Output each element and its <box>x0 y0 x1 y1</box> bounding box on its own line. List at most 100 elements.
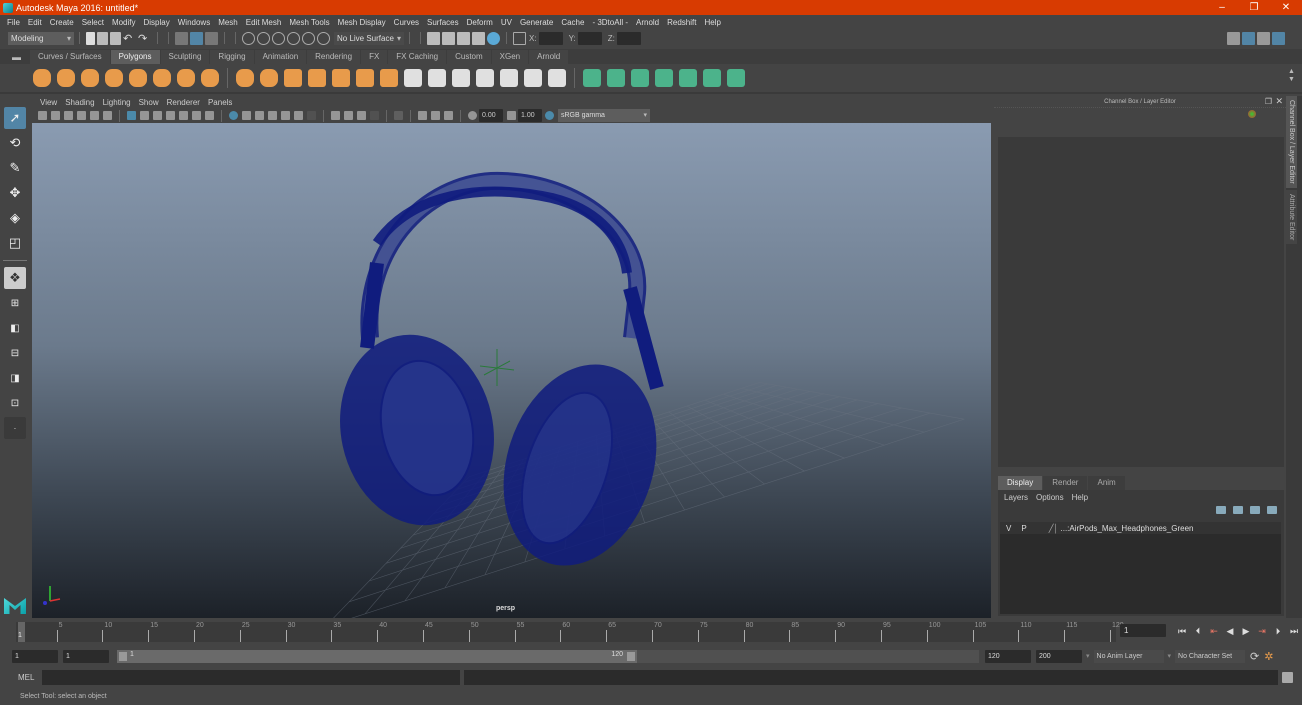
snap-live-surface-icon[interactable] <box>302 31 315 45</box>
viewport-persp[interactable]: persp <box>32 123 991 618</box>
gate-mask-icon[interactable] <box>166 111 175 120</box>
range-slider[interactable]: 1 120 <box>117 649 637 663</box>
time-ruler[interactable]: 5 10 15 20 25 30 35 40 45 50 55 60 65 70 75 80 85 90 95 100… <box>16 622 1124 642</box>
float-panel-icon[interactable]: ❐ <box>1265 97 1272 106</box>
gamma-input[interactable]: 1.00 <box>518 109 542 122</box>
shelf-tab-custom[interactable]: Custom <box>447 50 491 64</box>
cube-icon[interactable] <box>57 69 75 87</box>
render-settings-icon[interactable] <box>472 31 485 45</box>
x-input[interactable] <box>538 31 563 45</box>
smooth-icon[interactable] <box>308 69 326 87</box>
extrude-icon[interactable] <box>332 69 350 87</box>
menu-mesh[interactable]: Mesh <box>218 18 238 27</box>
ipr-render-icon[interactable] <box>457 31 470 45</box>
fill-hole-icon[interactable] <box>524 69 542 87</box>
paint-select-tool-icon[interactable]: ✎ <box>4 157 26 179</box>
safe-action-icon[interactable] <box>192 111 201 120</box>
select-by-hierarchy-icon[interactable] <box>175 31 188 45</box>
menu-surfaces[interactable]: Surfaces <box>427 18 459 27</box>
current-frame-input[interactable]: 1 <box>1120 624 1166 637</box>
layer-menu-options[interactable]: Options <box>1036 493 1064 502</box>
plane-icon[interactable] <box>129 69 147 87</box>
persp-graph-layout-icon[interactable]: ⊟ <box>4 342 26 364</box>
screen-space-ao-icon[interactable] <box>307 111 316 120</box>
render-current-frame-icon[interactable] <box>442 31 455 45</box>
step-back-key-button[interactable]: ⇤ <box>1207 625 1221 637</box>
y-input[interactable] <box>577 31 602 45</box>
select-camera-icon[interactable] <box>38 111 47 120</box>
bevel-icon[interactable] <box>356 69 374 87</box>
menu-redshift[interactable]: Redshift <box>667 18 696 27</box>
insert-edge-loop-icon[interactable] <box>404 69 422 87</box>
use-all-lights-icon[interactable] <box>281 111 290 120</box>
spherical-uv-icon[interactable] <box>607 69 625 87</box>
menu-select[interactable]: Select <box>82 18 104 27</box>
select-tool-icon[interactable]: ➚ <box>4 107 26 129</box>
snap-project-icon[interactable] <box>317 31 330 45</box>
target-weld-icon[interactable] <box>452 69 470 87</box>
shelf-menu-icon[interactable]: ▬ <box>12 52 21 62</box>
outliner-persp-layout-icon[interactable]: ◨ <box>4 367 26 389</box>
snap-curve-icon[interactable] <box>257 31 270 45</box>
uv-cut-icon[interactable] <box>727 69 745 87</box>
new-scene-icon[interactable] <box>86 31 95 45</box>
step-forward-key-button[interactable]: ⇥ <box>1255 625 1269 637</box>
range-end-handle[interactable] <box>627 651 635 661</box>
menu-arnold[interactable]: Arnold <box>636 18 659 27</box>
auto-key-icon[interactable]: ⟳ <box>1250 650 1259 663</box>
snap-grid-icon[interactable] <box>242 31 255 45</box>
backface-culling-icon[interactable] <box>444 111 453 120</box>
uv-unfold-icon[interactable] <box>703 69 721 87</box>
lasso-tool-icon[interactable]: ⟲ <box>4 132 26 154</box>
depth-of-field-icon[interactable] <box>357 111 366 120</box>
command-language-label[interactable]: MEL <box>18 673 42 682</box>
playback-end-input[interactable]: 120 <box>985 649 1031 663</box>
torus-icon[interactable] <box>153 69 171 87</box>
play-backwards-button[interactable]: ◀ <box>1223 625 1237 637</box>
resolution-gate-icon[interactable] <box>153 111 162 120</box>
viewport-menu-view[interactable]: View <box>40 98 57 107</box>
film-gate-icon[interactable] <box>140 111 149 120</box>
menu-generate[interactable]: Generate <box>520 18 553 27</box>
safe-title-icon[interactable] <box>205 111 214 120</box>
shelf-scroll-arrows[interactable]: ▲ ▼ <box>1288 68 1295 84</box>
menu-mesh-tools[interactable]: Mesh Tools <box>289 18 329 27</box>
menu-curves[interactable]: Curves <box>394 18 419 27</box>
range-start-handle[interactable] <box>119 651 127 661</box>
save-scene-icon[interactable] <box>110 31 121 45</box>
menu-modify[interactable]: Modify <box>112 18 136 27</box>
close-panel-icon[interactable]: ✕ <box>1275 96 1283 107</box>
layer-menu-help[interactable]: Help <box>1072 493 1088 502</box>
bookmark-icon[interactable] <box>64 111 73 120</box>
layer-tab-display[interactable]: Display <box>998 476 1043 490</box>
select-by-object-icon[interactable] <box>190 31 203 45</box>
transform-input-icon[interactable] <box>513 31 526 45</box>
bridge-icon[interactable] <box>380 69 398 87</box>
layer-visibility-toggle[interactable]: V <box>1006 524 1011 533</box>
sphere-icon[interactable] <box>33 69 51 87</box>
snap-point-icon[interactable] <box>272 31 285 45</box>
live-surface-field[interactable]: No Live Surface <box>334 31 404 45</box>
snap-view-plane-icon[interactable] <box>287 31 300 45</box>
layer-tab-render[interactable]: Render <box>1043 476 1088 490</box>
xray-joints-icon[interactable] <box>418 111 427 120</box>
attribute-editor-toggle-icon[interactable] <box>1242 31 1255 45</box>
move-layer-up-icon[interactable] <box>1216 506 1226 514</box>
viewport-menu-shading[interactable]: Shading <box>65 98 94 107</box>
automatic-uv-icon[interactable] <box>631 69 649 87</box>
multi-cut-icon[interactable] <box>428 69 446 87</box>
pyramid-icon[interactable] <box>177 69 195 87</box>
shelf-tab-xgen[interactable]: XGen <box>491 50 529 64</box>
script-editor-icon[interactable] <box>1282 672 1293 683</box>
shelf-tab-rigging[interactable]: Rigging <box>210 50 254 64</box>
menu-create[interactable]: Create <box>50 18 74 27</box>
scale-tool-icon[interactable]: ◰ <box>4 232 26 254</box>
hypershade-icon[interactable] <box>487 31 500 45</box>
new-layer-from-selected-icon[interactable] <box>1267 506 1277 514</box>
menu-help[interactable]: Help <box>704 18 720 27</box>
scene-start-input[interactable]: 1 <box>12 649 58 663</box>
shelf-tab-animation[interactable]: Animation <box>254 50 307 64</box>
smooth-shade-icon[interactable] <box>242 111 251 120</box>
layer-color-swatch-icon[interactable]: ╱│ <box>1049 524 1059 533</box>
image-plane-icon[interactable] <box>77 111 86 120</box>
